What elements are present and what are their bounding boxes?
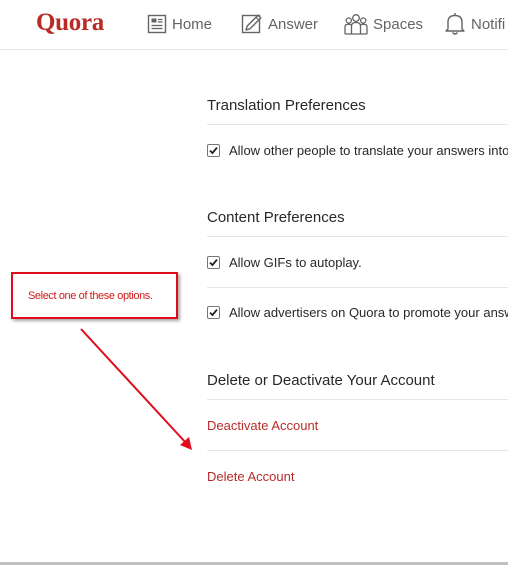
- annotation-arrow: [80, 328, 192, 450]
- page-bottom-border: [0, 562, 508, 586]
